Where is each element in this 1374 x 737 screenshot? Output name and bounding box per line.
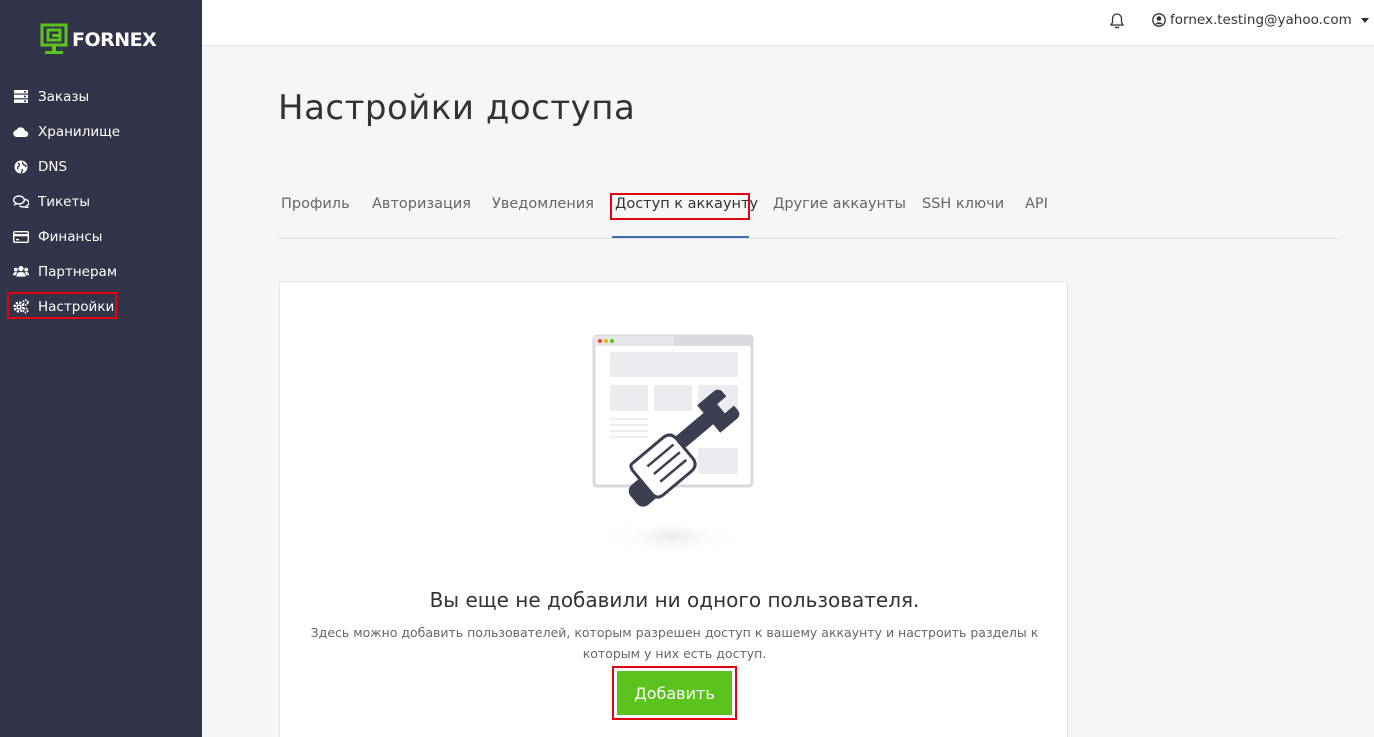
sidebar-item-storage[interactable]: Хранилище [0, 114, 202, 149]
bell-icon[interactable] [1109, 12, 1125, 30]
sidebar-item-label: Финансы [38, 228, 103, 245]
comments-icon [13, 194, 29, 210]
page-title: Настройки доступа [278, 88, 636, 128]
sidebar-item-dns[interactable]: DNS [0, 149, 202, 184]
sidebar-item-label: Тикеты [38, 193, 91, 210]
topbar: fornex.testing@yahoo.com [202, 0, 1374, 46]
tab-profile[interactable]: Профиль [281, 196, 350, 212]
globe-icon [13, 159, 29, 175]
user-circle-icon [1152, 13, 1166, 27]
fornex-logo[interactable]: FORNEX [40, 22, 157, 58]
active-tab-indicator [612, 236, 749, 238]
highlight-box: Добавить [612, 666, 737, 720]
cloud-icon [13, 124, 29, 140]
empty-state-illustration [592, 334, 754, 552]
empty-state-card: Вы еще не добавили ни одного пользовател… [279, 281, 1068, 737]
highlight-box [7, 292, 117, 319]
sidebar-item-partners[interactable]: Партнерам [0, 254, 202, 289]
sidebar-item-settings[interactable]: Настройки [0, 289, 202, 324]
caret-down-icon [1360, 17, 1369, 23]
user-email: fornex.testing@yahoo.com [1170, 12, 1352, 28]
empty-state-title: Вы еще не добавили ни одного пользовател… [429, 588, 920, 612]
sidebar-item-label: Партнерам [38, 263, 118, 280]
sidebar-item-orders[interactable]: Заказы [0, 79, 202, 114]
credit-card-icon [13, 229, 29, 245]
users-icon [13, 264, 29, 280]
sidebar-item-label: Хранилище [38, 123, 121, 140]
add-user-button[interactable]: Добавить [617, 671, 732, 715]
sidebar-item-label: DNS [38, 158, 68, 175]
user-menu[interactable]: fornex.testing@yahoo.com [1152, 12, 1369, 28]
sidebar-item-tickets[interactable]: Тикеты [0, 184, 202, 219]
empty-state-description: Здесь можно добавить пользователей, кото… [310, 625, 1039, 661]
sidebar-nav: Заказы Хранилище DNS Тикеты Финансы Парт… [0, 79, 202, 324]
server-icon [13, 89, 29, 105]
sidebar-item-finance[interactable]: Финансы [0, 219, 202, 254]
tab-authorization[interactable]: Авторизация [372, 196, 471, 212]
sidebar-item-label: Заказы [38, 88, 90, 105]
tab-ssh-keys[interactable]: SSH ключи [922, 196, 1004, 212]
tab-api[interactable]: API [1025, 196, 1048, 212]
settings-tabs: Профиль Авторизация Уведомления Доступ к… [279, 190, 1341, 239]
tab-other-accounts[interactable]: Другие аккаунты [773, 196, 906, 212]
sidebar: FORNEX Заказы Хранилище DNS Тикеты Финан… [0, 0, 202, 737]
tab-notifications[interactable]: Уведомления [492, 196, 594, 212]
tab-account-access[interactable]: Доступ к аккаунту [615, 196, 758, 212]
logo-text: FORNEX [72, 29, 157, 51]
fornex-logo-icon [40, 23, 68, 54]
